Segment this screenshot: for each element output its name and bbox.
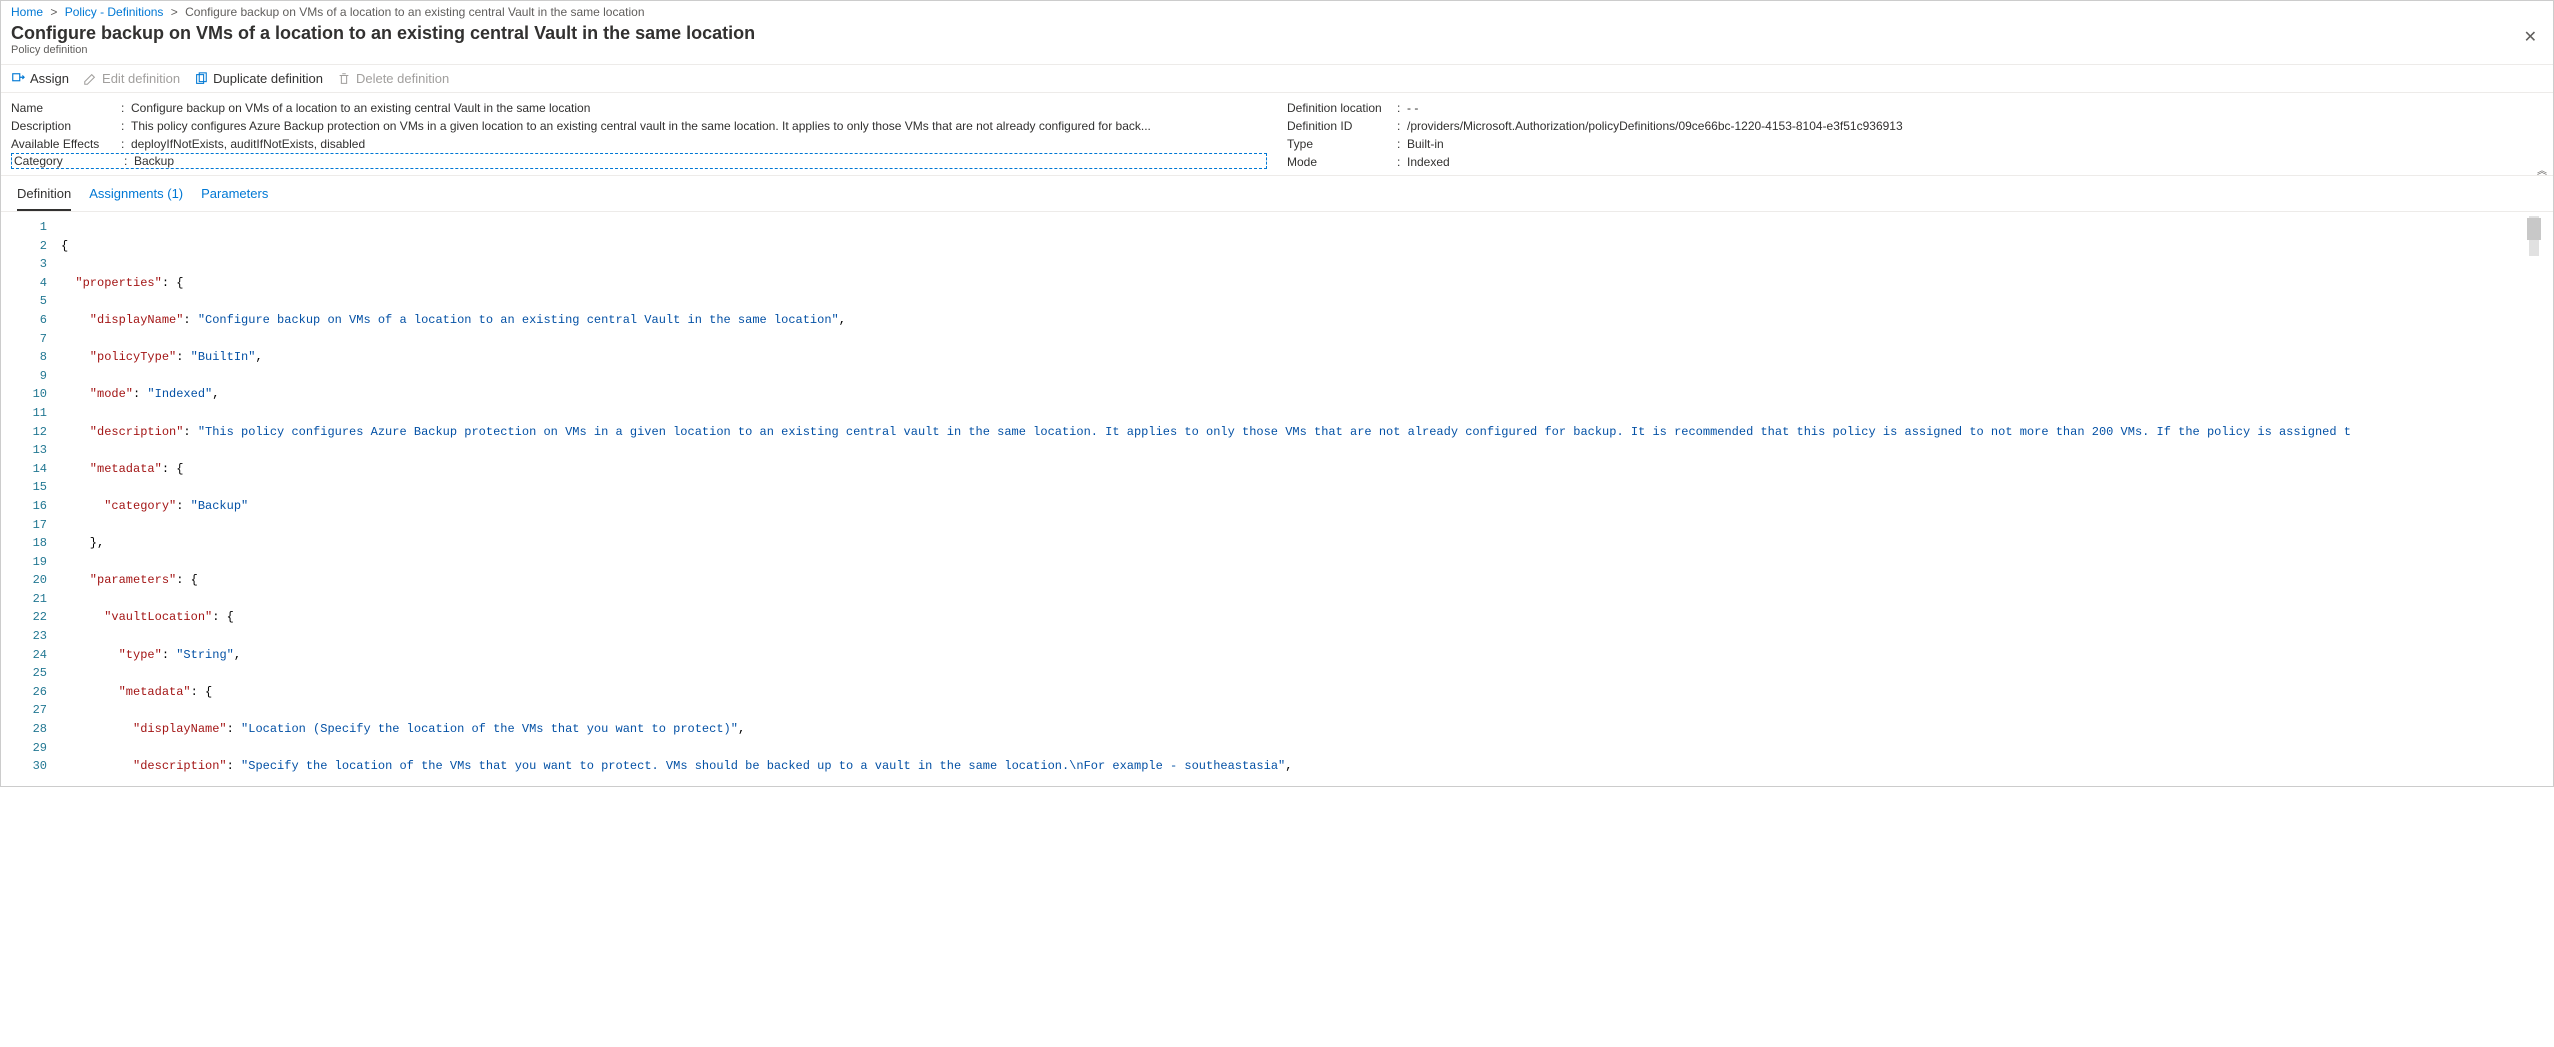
- effects-value: deployIfNotExists, auditIfNotExists, dis…: [131, 137, 1267, 151]
- delete-definition-button[interactable]: Delete definition: [337, 71, 449, 86]
- type-label: Type: [1287, 137, 1397, 151]
- duplicate-label: Duplicate definition: [213, 71, 323, 86]
- copy-icon: [194, 72, 208, 86]
- breadcrumb-policy[interactable]: Policy - Definitions: [65, 5, 164, 19]
- definition-id-value: /providers/Microsoft.Authorization/polic…: [1407, 119, 2543, 133]
- tab-assignments[interactable]: Assignments (1): [89, 182, 183, 211]
- effects-label: Available Effects: [11, 137, 121, 151]
- assign-label: Assign: [30, 71, 69, 86]
- duplicate-definition-button[interactable]: Duplicate definition: [194, 71, 323, 86]
- page-header: Configure backup on VMs of a location to…: [1, 21, 2553, 65]
- tab-parameters[interactable]: Parameters: [201, 182, 268, 211]
- editor-gutter: 1234567891011121314151617181920212223242…: [11, 216, 55, 776]
- mode-label: Mode: [1287, 155, 1397, 169]
- tab-definition[interactable]: Definition: [17, 182, 71, 211]
- editor-vertical-scrollbar[interactable]: [2527, 218, 2541, 774]
- description-value: This policy configures Azure Backup prot…: [131, 119, 1267, 133]
- toolbar: Assign Edit definition Duplicate definit…: [1, 65, 2553, 93]
- definition-id-label: Definition ID: [1287, 119, 1397, 133]
- chevron-up-double-icon: ︽: [2537, 166, 2547, 177]
- collapse-details-button[interactable]: ︽: [2537, 162, 2547, 177]
- close-button[interactable]: ✕: [2518, 23, 2543, 51]
- breadcrumb-home[interactable]: Home: [11, 5, 43, 19]
- category-label: Category: [14, 154, 124, 168]
- description-label: Description: [11, 119, 121, 133]
- breadcrumb-current: Configure backup on VMs of a location to…: [185, 5, 644, 19]
- close-icon: ✕: [2524, 29, 2537, 46]
- json-editor[interactable]: 1234567891011121314151617181920212223242…: [11, 216, 2543, 776]
- breadcrumb: Home > Policy - Definitions > Configure …: [1, 1, 2553, 21]
- breadcrumb-sep: >: [50, 5, 57, 19]
- breadcrumb-sep: >: [171, 5, 178, 19]
- category-value: Backup: [134, 154, 1264, 168]
- tabs: Definition Assignments (1) Parameters: [1, 176, 2553, 212]
- edit-definition-button[interactable]: Edit definition: [83, 71, 180, 86]
- delete-label: Delete definition: [356, 71, 449, 86]
- type-value: Built-in: [1407, 137, 2543, 151]
- mode-value: Indexed: [1407, 155, 2543, 169]
- page-title: Configure backup on VMs of a location to…: [11, 23, 755, 44]
- editor-code[interactable]: { "properties": { "displayName": "Config…: [55, 216, 2527, 776]
- definition-location-value: - -: [1407, 101, 2543, 115]
- assign-button[interactable]: Assign: [11, 71, 69, 86]
- trash-icon: [337, 72, 351, 86]
- details-panel: Name : Configure backup on VMs of a loca…: [1, 93, 2553, 176]
- definition-location-label: Definition location: [1287, 101, 1397, 115]
- name-value: Configure backup on VMs of a location to…: [131, 101, 1267, 115]
- name-label: Name: [11, 101, 121, 115]
- edit-label: Edit definition: [102, 71, 180, 86]
- pencil-icon: [83, 72, 97, 86]
- assign-icon: [11, 72, 25, 86]
- page-subtitle: Policy definition: [11, 44, 755, 56]
